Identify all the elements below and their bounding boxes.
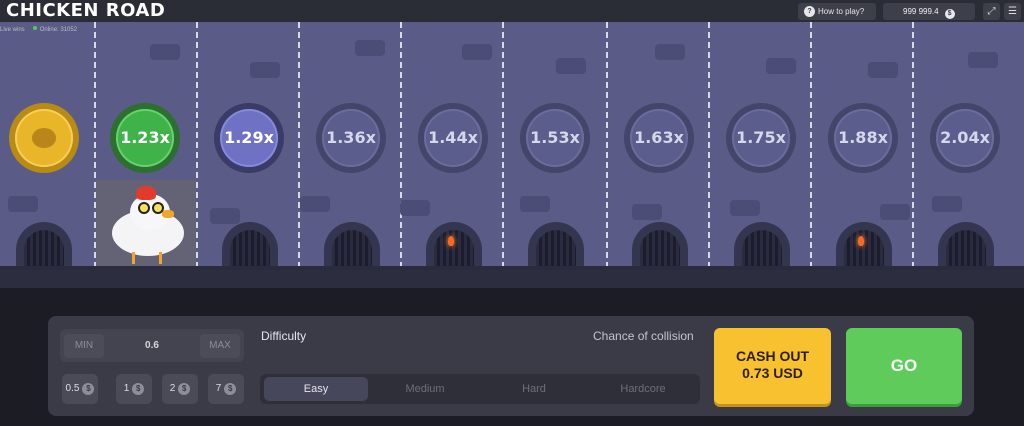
road-brick (400, 200, 430, 216)
multiplier-coin: 1.75x (726, 103, 796, 173)
difficulty-hardcore[interactable]: Hardcore (591, 377, 695, 401)
dollar-coin-icon: $ (178, 383, 191, 395)
lane-divider (810, 22, 812, 268)
online-dot-icon (32, 26, 37, 30)
online-count: Online: 31052 (39, 27, 78, 33)
lane-divider (196, 22, 198, 268)
road-brick (932, 196, 962, 212)
multiplier-coin: 1.44x (418, 103, 488, 173)
dollar-coin-icon: $ (224, 383, 237, 395)
difficulty-medium[interactable]: Medium (373, 377, 477, 401)
road-brick (462, 44, 492, 60)
top-bar: CHICKEN ROAD ? How to play? 999 999.4 $ ⤢… (0, 0, 1024, 22)
multiplier-coin: 1.23x (110, 103, 180, 173)
road-brick (150, 44, 180, 60)
road-brick (8, 196, 38, 212)
road-brick (300, 196, 330, 212)
sidewalk (0, 270, 1024, 288)
dollar-coin-icon: $ (944, 9, 955, 19)
chip-1[interactable]: 1 $ (116, 374, 152, 404)
chip-7[interactable]: 7 $ (208, 374, 244, 404)
road-brick (880, 204, 910, 220)
multiplier-coin: 1.63x (624, 103, 694, 173)
menu-icon: ☰ (1008, 6, 1017, 17)
road-brick (766, 58, 796, 74)
lane-divider (94, 22, 96, 268)
chip-2[interactable]: 2 $ (162, 374, 198, 404)
menu-button[interactable]: ☰ (1004, 3, 1021, 20)
road-brick (632, 204, 662, 220)
logo: CHICKEN ROAD (6, 1, 165, 21)
lane-divider (912, 22, 914, 268)
balance-value: 999 999.4 (903, 7, 939, 16)
multiplier-coin[interactable]: 1.29x (214, 103, 284, 173)
bet-amount-input[interactable]: 0.6 (120, 334, 184, 358)
min-button[interactable]: MIN (64, 334, 104, 358)
lane-divider (606, 22, 608, 268)
lane-divider (298, 22, 300, 268)
multiplier-coin: 1.88x (828, 103, 898, 173)
multiplier-value: 1.63x (630, 109, 688, 167)
cash-out-button[interactable]: CASH OUT 0.73 USD (714, 328, 831, 404)
road-brick (968, 52, 998, 68)
road-brick (868, 62, 898, 78)
start-coin (9, 103, 79, 173)
lane-divider (708, 22, 710, 268)
multiplier-value: 1.88x (834, 109, 892, 167)
multiplier-value: 1.75x (732, 109, 790, 167)
cash-out-label: CASH OUT (735, 348, 810, 364)
multiplier-coin: 2.04x (930, 103, 1000, 173)
collision-chance-label: Chance of collision (593, 329, 694, 343)
multiplier-value: 1.53x (526, 109, 584, 167)
road-brick (556, 58, 586, 74)
go-button[interactable]: GO (846, 328, 962, 404)
live-bar: Live wins Online: 31052 (0, 26, 77, 33)
multiplier-value: 1.44x (424, 109, 482, 167)
road-brick (355, 40, 385, 56)
max-button[interactable]: MAX (200, 334, 240, 358)
fullscreen-icon: ⤢ (987, 6, 996, 17)
balance-display: 999 999.4 $ (883, 3, 975, 20)
difficulty-easy[interactable]: Easy (264, 377, 368, 401)
lane-divider (502, 22, 504, 268)
road-brick (655, 44, 685, 60)
road-brick (520, 196, 550, 212)
multiplier-coin: 1.36x (316, 103, 386, 173)
question-icon: ? (804, 6, 815, 17)
multiplier-value: 2.04x (936, 109, 994, 167)
logo-text: CHICKEN ROAD (6, 0, 166, 21)
road-brick (210, 208, 240, 224)
fullscreen-button[interactable]: ⤢ (983, 3, 1000, 20)
dollar-coin-icon: $ (132, 383, 145, 395)
lane-divider (400, 22, 402, 268)
game-stage: CHICKEN ROAD ? How to play? 999 999.4 $ ⤢… (0, 0, 1024, 426)
road-brick (250, 62, 280, 78)
dollar-coin-icon: $ (82, 383, 95, 395)
how-to-play-button[interactable]: ? How to play? (798, 3, 876, 20)
road-brick (730, 200, 760, 216)
multiplier-value: 1.29x (220, 109, 278, 167)
multiplier-value: 1.36x (322, 109, 380, 167)
multiplier-coin: 1.53x (520, 103, 590, 173)
difficulty-hard[interactable]: Hard (482, 377, 586, 401)
roast-chicken-icon (32, 128, 56, 148)
chicken-character (108, 186, 188, 266)
multiplier-value: 1.23x (116, 109, 174, 167)
chip-0-5[interactable]: 0.5 $ (62, 374, 98, 404)
difficulty-label: Difficulty (261, 329, 307, 343)
cash-out-amount: 0.73 USD (742, 365, 803, 381)
how-to-play-label: How to play? (818, 7, 865, 16)
live-wins-label: Live wins (0, 27, 25, 33)
